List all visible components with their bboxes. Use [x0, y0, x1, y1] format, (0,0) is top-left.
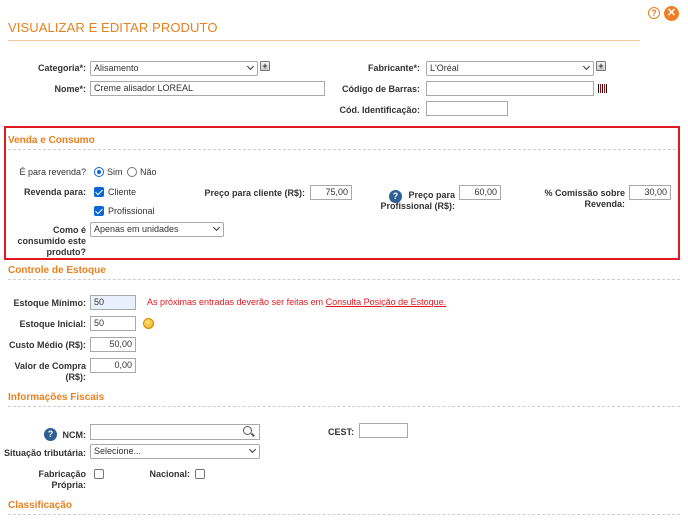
- categoria-value: Alisamento: [94, 63, 139, 73]
- custo-medio-label: Custo Médio (R$):: [9, 340, 86, 350]
- consumo-label-line2: consumido este: [17, 236, 86, 246]
- help-icon[interactable]: ?: [44, 428, 57, 441]
- fiscais-section-title: Informações Fiscais: [8, 392, 105, 403]
- consumo-value: Apenas em unidades: [94, 224, 179, 234]
- cod-identificacao-input[interactable]: [426, 101, 508, 116]
- comissao-input[interactable]: 30,00: [629, 185, 671, 200]
- ncm-label: NCM:: [62, 430, 87, 440]
- preco-profissional-input[interactable]: 60,00: [459, 185, 501, 200]
- cod-identificacao-label: Cód. Identificação:: [339, 105, 420, 115]
- nome-label: Nome*:: [54, 84, 86, 94]
- section-divider: [8, 149, 676, 150]
- cliente-label: Cliente: [108, 187, 137, 197]
- revenda-sim-label: Sim: [107, 167, 123, 177]
- cest-label: CEST:: [327, 427, 354, 437]
- revenda-label: É para revenda?: [19, 167, 86, 177]
- chevron-down-icon: [248, 445, 257, 454]
- coin-icon[interactable]: [143, 318, 154, 329]
- fabricacao-label-line2: Própria:: [51, 480, 86, 490]
- codigo-barras-input[interactable]: [426, 81, 594, 96]
- cliente-checkbox[interactable]: [94, 187, 104, 197]
- comissao-label: % Comissão sobre Revenda:: [535, 188, 625, 210]
- custo-medio-input[interactable]: 50,00: [90, 337, 136, 352]
- consulta-posicao-estoque-link[interactable]: Consulta Posição de Estoque.: [326, 297, 447, 307]
- categoria-label: Categoria*:: [37, 63, 86, 73]
- section-divider: [8, 406, 680, 407]
- cest-input[interactable]: [359, 423, 408, 438]
- search-icon[interactable]: [243, 426, 252, 435]
- help-icon[interactable]: ?: [648, 7, 660, 19]
- situacao-tributaria-value: Selecione...: [94, 446, 142, 456]
- codigo-barras-label: Código de Barras:: [341, 84, 420, 94]
- comissao-label-line1: % Comissão sobre: [544, 188, 625, 198]
- estoque-inicial-label: Estoque Inicial:: [19, 319, 86, 329]
- valor-compra-label-line2: (R$):: [65, 372, 87, 382]
- title-divider: [8, 40, 640, 41]
- ncm-input[interactable]: [90, 424, 260, 440]
- revenda-nao-radio[interactable]: [127, 167, 137, 177]
- estoque-minimo-label: Estoque Mínimo:: [13, 298, 87, 308]
- preco-profissional-label-line2: Profissional (R$):: [380, 201, 455, 211]
- chevron-down-icon: [246, 62, 255, 71]
- close-icon[interactable]: ✕: [664, 6, 679, 21]
- barcode-icon[interactable]: [598, 84, 608, 93]
- categoria-select[interactable]: Alisamento: [90, 61, 258, 76]
- section-divider: [8, 279, 680, 280]
- nacional-label: Nacional:: [149, 469, 190, 479]
- nacional-checkbox[interactable]: [195, 469, 205, 479]
- estoque-warning: As próximas entradas deverão ser feitas …: [147, 297, 446, 307]
- situacao-tributaria-select[interactable]: Selecione...: [90, 444, 260, 459]
- revenda-sim-radio[interactable]: [94, 167, 104, 177]
- situacao-tributaria-label: Situação tributária:: [3, 448, 86, 458]
- venda-section-title: Venda e Consumo: [8, 135, 95, 146]
- preco-cliente-input[interactable]: 75,00: [310, 185, 352, 200]
- fabricacao-label-line1: Fabricação: [38, 469, 86, 479]
- chevron-down-icon: [582, 62, 591, 71]
- consumo-label-line3: produto?: [46, 247, 87, 257]
- add-fabricante-button[interactable]: +: [596, 61, 606, 71]
- comissao-label-line2: Revenda:: [584, 199, 625, 209]
- profissional-label: Profissional: [108, 206, 155, 216]
- estoque-minimo-input[interactable]: 50: [90, 295, 136, 310]
- estoque-section-title: Controle de Estoque: [8, 265, 106, 276]
- preco-profissional-label: Preço para Profissional (R$):: [380, 190, 455, 212]
- preco-cliente-label: Preço para cliente (R$):: [204, 188, 305, 198]
- revenda-para-label: Revenda para:: [23, 187, 86, 197]
- add-categoria-button[interactable]: +: [260, 61, 270, 71]
- fabricante-label: Fabricante*:: [367, 63, 420, 73]
- nome-input[interactable]: Creme alisador LOREAL: [90, 81, 325, 96]
- preco-profissional-label-line1: Preço para: [408, 190, 455, 200]
- fabricacao-propria-checkbox[interactable]: [94, 469, 104, 479]
- revenda-nao-label: Não: [140, 167, 157, 177]
- page-title: VISUALIZAR E EDITAR PRODUTO: [8, 20, 218, 35]
- chevron-down-icon: [212, 223, 221, 232]
- valor-compra-label: Valor de Compra (R$):: [4, 361, 86, 383]
- fabricante-value: L'Oréal: [430, 63, 459, 73]
- classificacao-section-title: Classificação: [8, 500, 72, 511]
- valor-compra-input[interactable]: 0,00: [90, 358, 136, 373]
- consumo-select[interactable]: Apenas em unidades: [90, 222, 224, 237]
- consumo-label: Como é consumido este produto?: [4, 225, 86, 258]
- fabricacao-propria-label: Fabricação Própria:: [4, 469, 86, 491]
- profissional-checkbox[interactable]: [94, 206, 104, 216]
- section-divider: [8, 514, 680, 515]
- estoque-inicial-input[interactable]: 50: [90, 316, 136, 331]
- estoque-warning-text: As próximas entradas deverão ser feitas …: [147, 297, 326, 307]
- valor-compra-label-line1: Valor de Compra: [14, 361, 86, 371]
- consumo-label-line1: Como é: [52, 225, 86, 235]
- fabricante-select[interactable]: L'Oréal: [426, 61, 594, 76]
